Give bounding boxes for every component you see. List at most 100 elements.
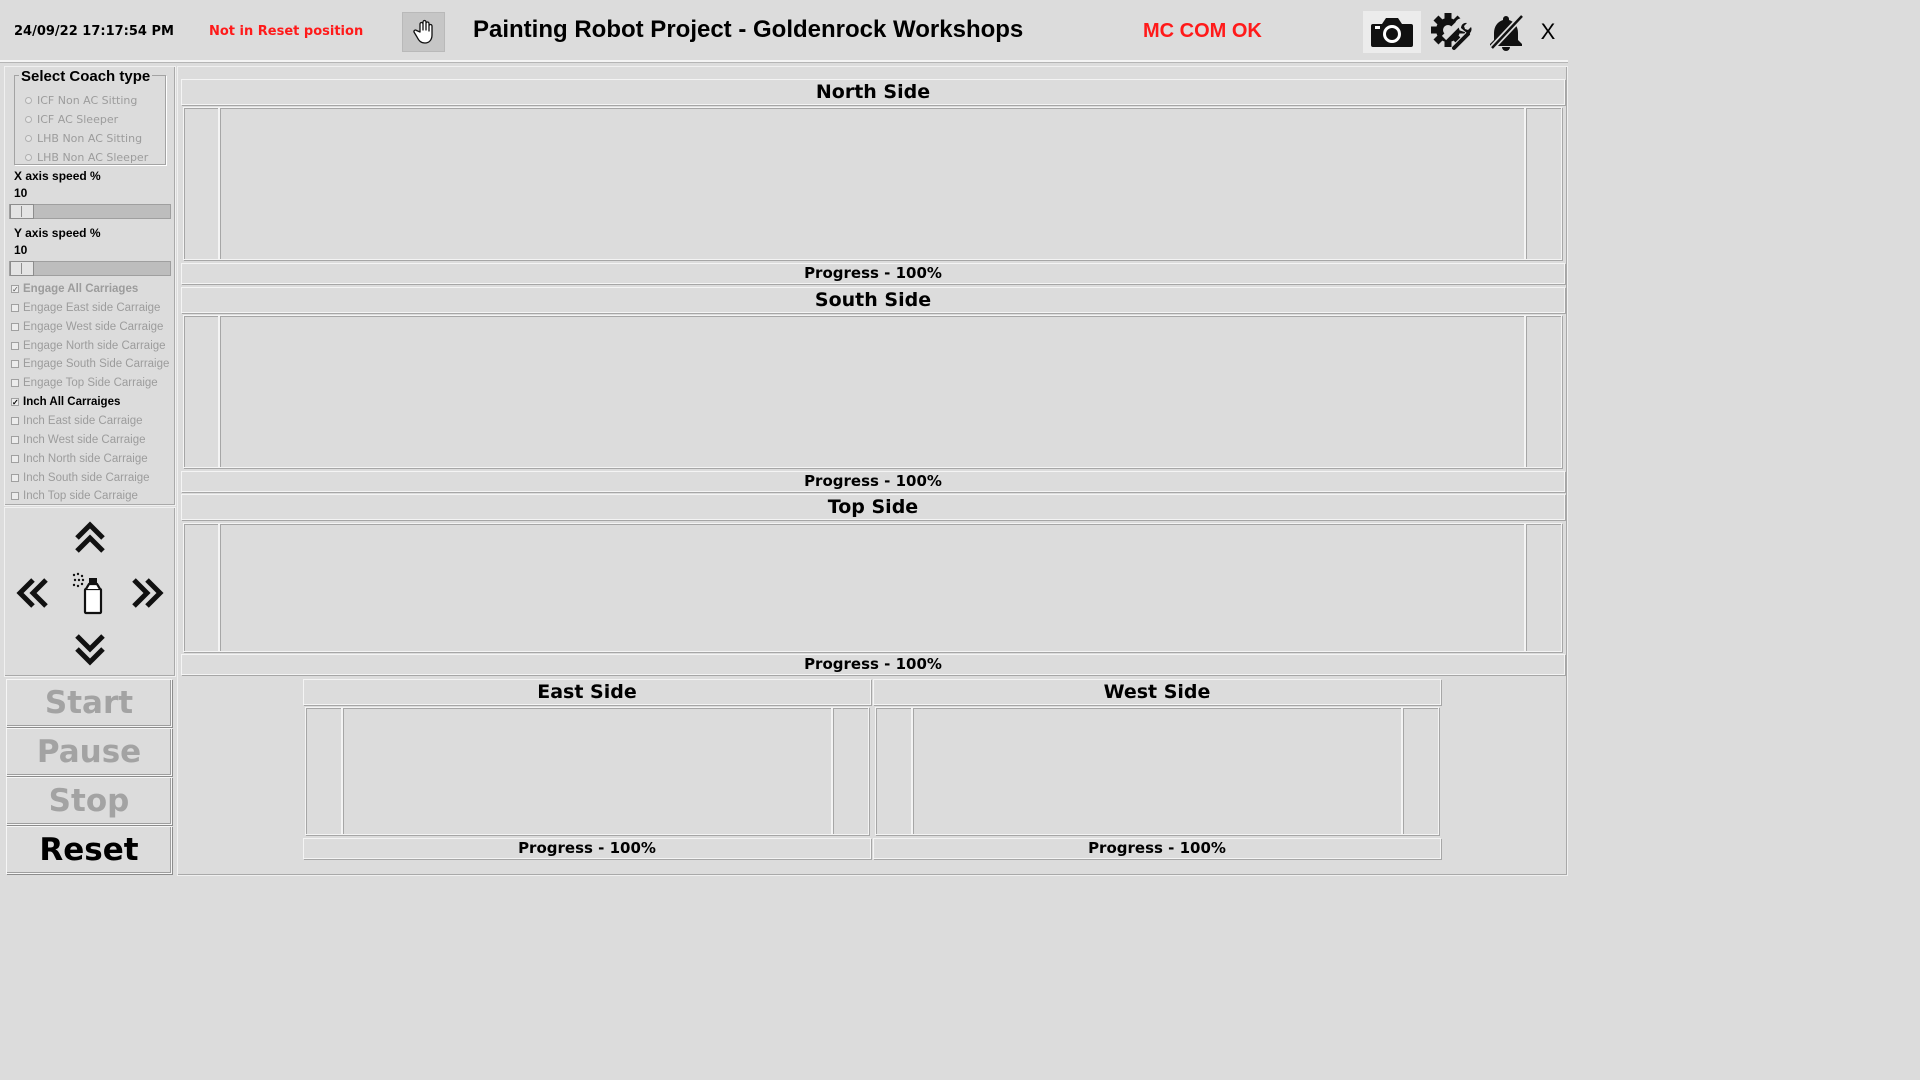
east-side-left-carriage — [305, 707, 342, 835]
checkbox-icon — [11, 492, 19, 500]
coach-option[interactable]: ICF Non AC Sitting — [25, 94, 137, 107]
east-side-title: East Side — [303, 679, 871, 705]
checkbox-checked-icon: ✓ — [11, 285, 19, 294]
checkbox-icon — [11, 323, 19, 331]
checkbox-label: Engage Top Side Carraige — [23, 377, 158, 389]
checkbox-label: Inch South side Carraige — [23, 472, 150, 484]
engage-all-checkbox[interactable]: ✓ Engage All Carriages — [11, 283, 138, 295]
engage-north-checkbox[interactable]: Engage North side Carraige — [11, 340, 166, 352]
sides-panel: North Side Progress - 100% South Side Pr… — [177, 66, 1568, 876]
bell-muted-icon — [1489, 13, 1525, 51]
engage-top-checkbox[interactable]: Engage Top Side Carraige — [11, 377, 158, 389]
west-side-title: West Side — [873, 679, 1441, 705]
progress-label: Progress - 100% — [518, 839, 656, 857]
camera-button[interactable] — [1363, 11, 1421, 53]
engage-east-checkbox[interactable]: Engage East side Carraige — [11, 302, 160, 314]
checkbox-icon — [11, 436, 19, 444]
inch-west-checkbox[interactable]: Inch West side Carraige — [11, 434, 146, 446]
progress-label: Progress - 100% — [804, 655, 942, 673]
jog-pad — [4, 507, 176, 677]
coach-option[interactable]: LHB Non AC Sleeper — [25, 151, 148, 164]
east-side-canvas — [342, 707, 832, 835]
x-speed-value: 10 — [14, 186, 28, 200]
comm-status: MC COM OK — [1143, 20, 1262, 42]
inch-north-checkbox[interactable]: Inch North side Carraige — [11, 453, 148, 465]
camera-icon — [1371, 18, 1413, 47]
checkbox-label: Inch All Carraiges — [23, 396, 121, 408]
north-side-progress: Progress - 100% — [181, 263, 1565, 284]
north-side-right-carriage — [1525, 107, 1562, 260]
radio-icon — [25, 135, 32, 142]
checkbox-icon — [11, 342, 19, 350]
north-side-left-carriage — [183, 107, 219, 260]
spray-can-icon — [72, 572, 103, 615]
y-speed-value: 10 — [14, 243, 28, 257]
close-button[interactable]: X — [1534, 18, 1562, 46]
checkbox-icon — [11, 417, 19, 425]
south-side-left-carriage — [183, 315, 219, 468]
page-title: Painting Robot Project - Goldenrock Work… — [473, 16, 1024, 43]
jog-down-button[interactable] — [69, 629, 111, 671]
west-side-canvas — [912, 707, 1402, 835]
south-side-right-carriage — [1525, 315, 1562, 468]
coach-type-group: Select Coach type ICF Non AC Sitting ICF… — [14, 68, 166, 165]
top-side-title: Top Side — [181, 494, 1565, 520]
coach-option[interactable]: LHB Non AC Sitting — [25, 132, 142, 145]
east-side-progress: Progress - 100% — [303, 838, 871, 859]
reset-status: Not in Reset position — [209, 24, 364, 39]
settings-button[interactable] — [1428, 11, 1476, 53]
inch-south-checkbox[interactable]: Inch South side Carraige — [11, 472, 150, 484]
y-speed-slider[interactable] — [9, 261, 171, 276]
hand-icon — [412, 19, 433, 44]
jog-up-button[interactable] — [69, 516, 111, 558]
west-side-progress: Progress - 100% — [873, 838, 1441, 859]
checkbox-label: Inch West side Carraige — [23, 434, 146, 446]
checkbox-icon — [11, 379, 19, 387]
reset-button[interactable]: Reset — [6, 826, 172, 874]
gear-wrench-icon — [1431, 13, 1474, 50]
double-chevron-right-icon — [132, 578, 164, 608]
checkbox-label: Engage North side Carraige — [23, 340, 166, 352]
coach-option[interactable]: ICF AC Sleeper — [25, 113, 118, 126]
checkbox-label: Inch Top side Carraige — [23, 490, 138, 502]
top-side-right-carriage — [1525, 523, 1562, 652]
pause-button[interactable]: Pause — [6, 728, 172, 776]
coach-option-label: LHB Non AC Sleeper — [37, 151, 149, 164]
y-speed-label: Y axis speed % — [14, 226, 101, 240]
app-window: 24/09/22 17:17:54 PM Not in Reset positi… — [0, 0, 1568, 882]
double-chevron-left-icon — [16, 578, 48, 608]
checkbox-label: Engage South Side Carraige — [23, 358, 170, 370]
inch-top-checkbox[interactable]: Inch Top side Carraige — [11, 490, 138, 502]
checkbox-icon — [11, 455, 19, 463]
checkbox-icon — [11, 360, 19, 368]
radio-icon — [25, 154, 32, 161]
checkbox-label: Engage All Carriages — [23, 283, 139, 295]
south-side-canvas — [219, 315, 1525, 468]
manual-mode-button[interactable] — [402, 12, 445, 52]
west-side-right-carriage — [1402, 707, 1439, 835]
checkbox-label: Inch North side Carraige — [23, 453, 148, 465]
slider-handle[interactable] — [10, 261, 34, 276]
x-speed-slider[interactable] — [9, 204, 171, 219]
top-side-progress: Progress - 100% — [181, 654, 1565, 675]
jog-left-button[interactable] — [11, 572, 53, 614]
control-panel: Select Coach type ICF Non AC Sitting ICF… — [4, 66, 176, 506]
progress-label: Progress - 100% — [804, 472, 942, 490]
radio-icon — [25, 97, 32, 104]
top-side-canvas — [219, 523, 1525, 652]
coach-type-legend: Select Coach type — [19, 68, 153, 85]
inch-east-checkbox[interactable]: Inch East side Carraige — [11, 415, 143, 427]
start-button[interactable]: Start — [6, 679, 172, 727]
engage-south-checkbox[interactable]: Engage South Side Carraige — [11, 358, 169, 370]
progress-label: Progress - 100% — [1088, 839, 1226, 857]
engage-west-checkbox[interactable]: Engage West side Carraige — [11, 321, 163, 333]
progress-label: Progress - 100% — [804, 264, 942, 282]
alarm-mute-button[interactable] — [1484, 10, 1528, 54]
inch-all-checkbox[interactable]: ✓ Inch All Carraiges — [11, 396, 120, 408]
checkbox-label: Inch East side Carraige — [23, 415, 143, 427]
coach-option-label: LHB Non AC Sitting — [37, 132, 143, 145]
slider-handle[interactable] — [10, 204, 34, 219]
jog-right-button[interactable] — [127, 572, 169, 614]
spray-button[interactable] — [67, 570, 111, 616]
stop-button[interactable]: Stop — [6, 777, 172, 825]
